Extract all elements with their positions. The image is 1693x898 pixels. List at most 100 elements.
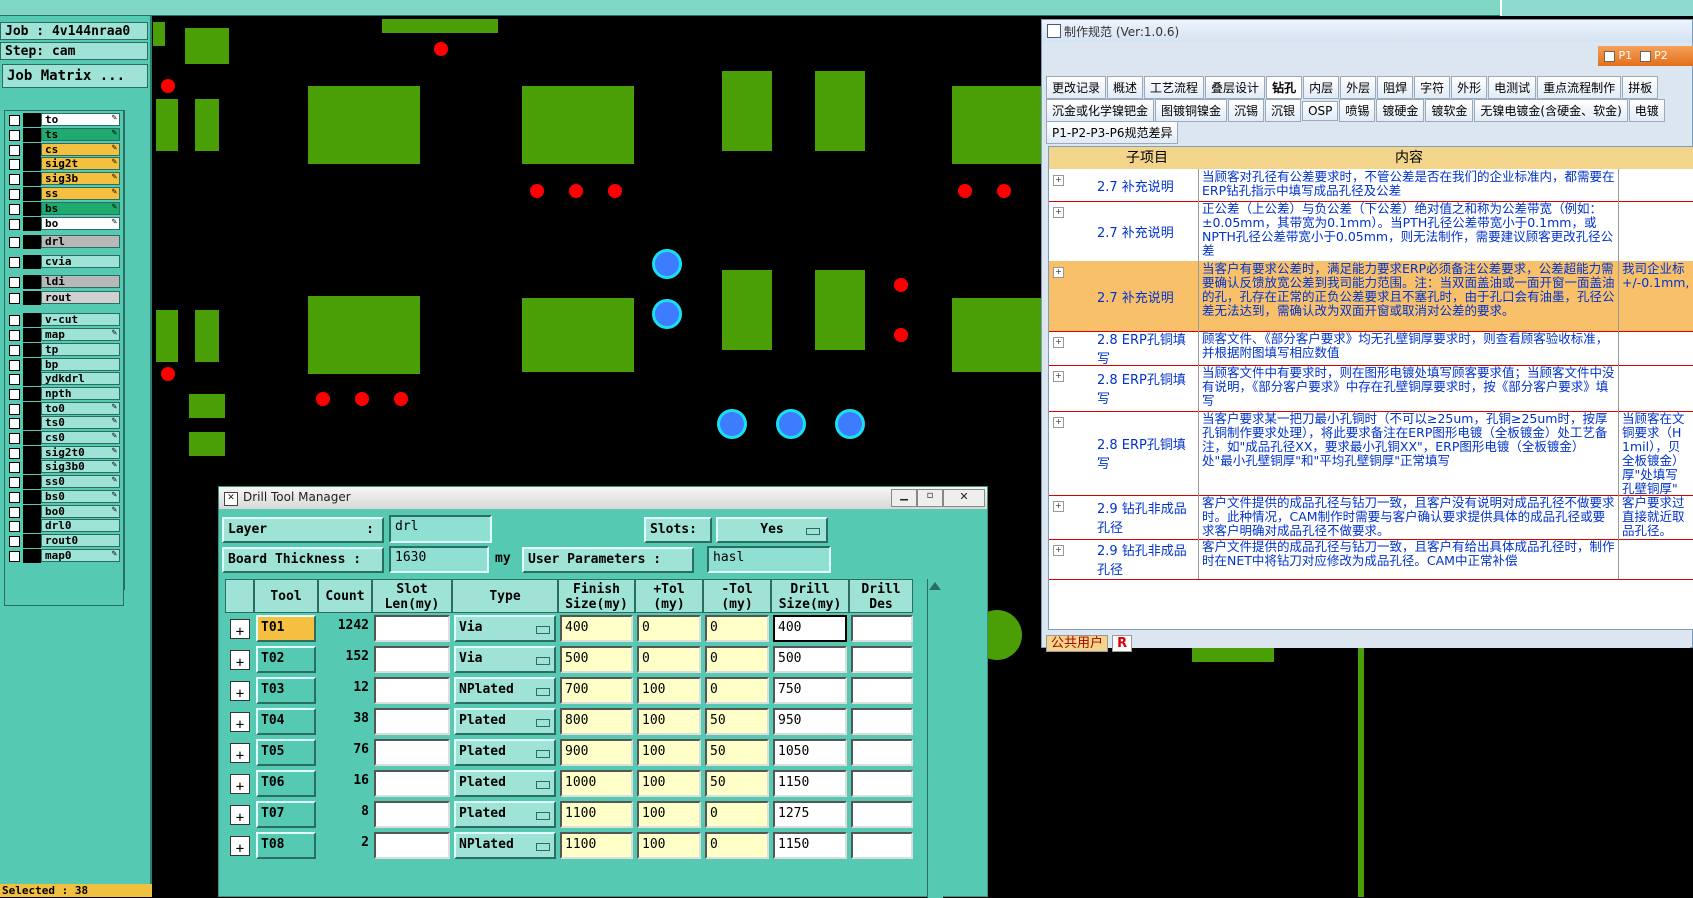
layer-checkbox[interactable] — [9, 315, 20, 327]
expand-tool-button[interactable]: + — [230, 681, 250, 702]
drill-size-input[interactable]: 1050 — [773, 739, 847, 766]
tab-tabs2-7[interactable]: 镀软金 — [1425, 99, 1474, 122]
type-select[interactable]: Plated — [454, 739, 556, 766]
p1-checkbox[interactable] — [1604, 50, 1615, 62]
plus-tol-input[interactable]: 100 — [637, 832, 701, 859]
expand-tool-button[interactable]: + — [230, 619, 250, 640]
plus-tol-input[interactable]: 0 — [637, 646, 701, 673]
spec-row[interactable]: +2.8 ERP孔铜填写 当顾客文件中有要求时，则在图形电镀处填写顾客要求值；当顾… — [1049, 365, 1693, 412]
layer-row-cs0[interactable]: cs0 ✎ — [7, 431, 121, 445]
layer-row-drl[interactable]: drl — [7, 235, 121, 250]
layer-row-to[interactable]: to ✎ — [7, 113, 121, 127]
drill-des-input[interactable] — [851, 770, 913, 797]
tool-id[interactable]: T05 — [256, 739, 316, 766]
type-select[interactable]: Plated — [454, 770, 556, 797]
tab-tabs2-1[interactable]: 图镀铜镍金 — [1155, 99, 1228, 122]
tab-tabs3-0[interactable]: P1-P2-P3-P6规范差异 — [1046, 121, 1179, 144]
spec-row[interactable]: +2.8 ERP孔铜填写 顾客文件、《部分客户要求》均无孔壁铜厚要求时，则查看顾客… — [1049, 331, 1693, 367]
layer-row-npth[interactable]: npth — [7, 386, 121, 401]
finish-size-input[interactable]: 800 — [560, 708, 633, 735]
layer-checkbox[interactable] — [9, 174, 20, 186]
tab-tabs1-9[interactable]: 外形 — [1451, 76, 1488, 99]
slot-len-input[interactable] — [374, 801, 450, 828]
type-select[interactable]: NPlated — [454, 832, 556, 859]
type-select[interactable]: Plated — [454, 708, 556, 735]
layer-checkbox[interactable] — [9, 144, 20, 156]
minus-tol-input[interactable]: 50 — [705, 708, 769, 735]
expand-tool-button[interactable]: + — [230, 805, 250, 826]
tool-id[interactable]: T07 — [256, 801, 316, 828]
layer-row-ss[interactable]: ss ✎ — [7, 187, 121, 201]
slot-len-input[interactable] — [374, 677, 450, 704]
tool-id[interactable]: T04 — [256, 708, 316, 735]
expand-icon[interactable]: + — [1053, 267, 1064, 278]
tab-tabs2-6[interactable]: 镀硬金 — [1376, 99, 1425, 122]
drill-des-input[interactable] — [851, 646, 913, 673]
layer-checkbox[interactable] — [9, 521, 20, 533]
tab-tabs1-1[interactable]: 概述 — [1107, 76, 1144, 99]
finish-size-input[interactable]: 500 — [560, 646, 633, 673]
job-matrix-button[interactable]: Job Matrix ... — [2, 64, 148, 88]
tool-id[interactable]: T03 — [256, 677, 316, 704]
tool-id[interactable]: T01 — [256, 615, 316, 642]
layer-checkbox[interactable] — [9, 218, 20, 230]
drill-size-input[interactable]: 1150 — [773, 832, 847, 859]
board-thickness-input[interactable]: 1630 — [389, 546, 489, 573]
layer-checkbox[interactable] — [9, 257, 20, 269]
layer-checkbox[interactable] — [9, 477, 20, 489]
finish-size-input[interactable]: 700 — [560, 677, 633, 704]
minus-tol-input[interactable]: 0 — [705, 677, 769, 704]
tab-tabs1-12[interactable]: 拼板 — [1622, 76, 1659, 99]
layer-checkbox[interactable] — [9, 374, 20, 386]
expand-tool-button[interactable]: + — [230, 836, 250, 857]
tab-tabs1-11[interactable]: 重点流程制作 — [1537, 76, 1622, 99]
drill-des-input[interactable] — [851, 708, 913, 735]
plus-tol-input[interactable]: 0 — [637, 615, 701, 642]
finish-size-input[interactable]: 1000 — [560, 770, 633, 797]
drill-size-input[interactable]: 1275 — [773, 801, 847, 828]
finish-size-input[interactable]: 900 — [560, 739, 633, 766]
plus-tol-input[interactable]: 100 — [637, 677, 701, 704]
tool-id[interactable]: T08 — [256, 832, 316, 859]
tab-tabs2-4[interactable]: OSP — [1302, 101, 1339, 121]
p2-checkbox[interactable] — [1639, 50, 1651, 62]
minimize-button[interactable]: ▁ — [891, 489, 917, 507]
layer-row-map0[interactable]: map0 ✎ — [7, 548, 121, 563]
tab-tabs1-5[interactable]: 内层 — [1303, 76, 1340, 99]
layer-row-bo[interactable]: bo ✎ — [7, 216, 121, 231]
tab-tabs1-4[interactable]: 钻孔 — [1266, 76, 1303, 99]
spec-row[interactable]: +2.8 ERP孔铜填写 当客户要求某一把刀最小孔铜时（不可以≥25um，孔铜≥2… — [1049, 411, 1693, 496]
layer-row-ts0[interactable]: ts0 ✎ — [7, 416, 121, 431]
finish-size-input[interactable]: 1100 — [560, 832, 633, 859]
layer-row-bo0[interactable]: bo0 ✎ — [7, 504, 121, 519]
type-select[interactable]: Via — [454, 646, 556, 673]
tab-tabs1-2[interactable]: 工艺流程 — [1144, 76, 1205, 99]
tab-tabs1-0[interactable]: 更改记录 — [1046, 76, 1107, 99]
layer-row-cvia[interactable]: cvia — [7, 255, 121, 270]
minus-tol-input[interactable]: 50 — [705, 739, 769, 766]
spec-row[interactable]: +2.7 补充说明 当顾客对孔径有公差要求时，不管公差是否在我们的企业标准内，都需… — [1049, 169, 1693, 202]
plus-tol-input[interactable]: 100 — [637, 739, 701, 766]
layer-checkbox[interactable] — [9, 189, 20, 200]
plus-tol-input[interactable]: 100 — [637, 708, 701, 735]
drill-des-input[interactable] — [851, 739, 913, 766]
layer-checkbox[interactable] — [9, 359, 20, 371]
layer-row-tp[interactable]: tp — [7, 342, 121, 357]
spec-row[interactable]: +2.7 补充说明 正公差（上公差）与负公差（下公差）绝对值之和称为公差带宽（例如… — [1049, 201, 1693, 262]
finish-size-input[interactable]: 1100 — [560, 801, 633, 828]
layer-checkbox[interactable] — [9, 330, 20, 342]
table-scrollbar[interactable] — [927, 579, 943, 898]
slot-len-input[interactable] — [374, 739, 450, 766]
drill-size-input[interactable]: 500 — [773, 646, 847, 673]
maximize-button[interactable]: ▫ — [917, 489, 943, 507]
slot-len-input[interactable] — [374, 708, 450, 735]
expand-tool-button[interactable]: + — [230, 712, 250, 733]
layer-checkbox[interactable] — [9, 418, 20, 430]
expand-icon[interactable]: + — [1053, 501, 1064, 512]
slot-len-input[interactable] — [374, 832, 450, 859]
slot-len-input[interactable] — [374, 615, 450, 642]
layer-row-sig2t[interactable]: sig2t ✎ — [7, 157, 121, 172]
user-params-input[interactable]: hasl — [707, 546, 831, 573]
layer-row-sig3b0[interactable]: sig3b0 ✎ — [7, 460, 121, 475]
drill-size-input[interactable]: 750 — [773, 677, 847, 704]
